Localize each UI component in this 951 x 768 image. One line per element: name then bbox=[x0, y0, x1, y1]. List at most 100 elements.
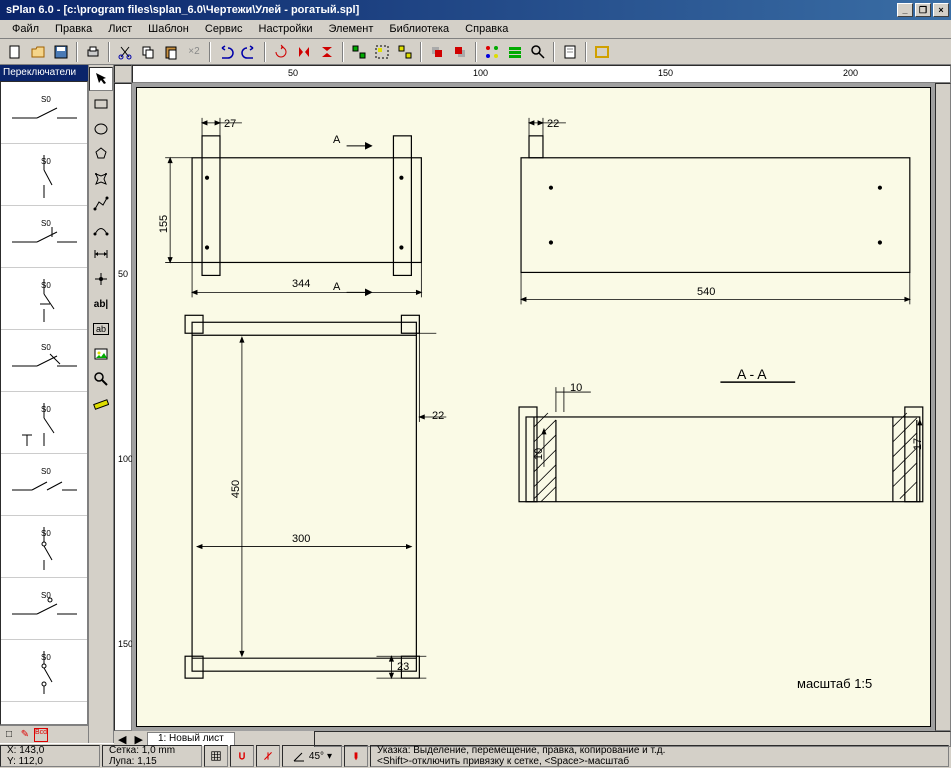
menu-library[interactable]: Библиотека bbox=[381, 21, 457, 37]
symbol-item[interactable]: S0 bbox=[1, 640, 87, 702]
print-button[interactable] bbox=[82, 41, 104, 63]
window-title: sPlan 6.0 - [c:\program files\splan_6.0\… bbox=[2, 4, 895, 16]
align-button[interactable] bbox=[348, 41, 370, 63]
symbol-item[interactable]: S0 bbox=[1, 516, 87, 578]
menu-element[interactable]: Элемент bbox=[320, 21, 381, 37]
status-marker[interactable] bbox=[344, 745, 368, 767]
menu-file[interactable]: Файл bbox=[4, 21, 47, 37]
dimension-value: 23 bbox=[397, 661, 409, 673]
flip-h-button[interactable] bbox=[293, 41, 315, 63]
curve-tool[interactable] bbox=[89, 217, 113, 241]
dimension-value: 10 bbox=[570, 382, 582, 394]
canvas-viewport[interactable]: 27 22 155 344 540 A A 22 450 300 23 10 1… bbox=[132, 83, 935, 731]
components-button[interactable] bbox=[481, 41, 503, 63]
sheet-tab[interactable]: 1: Новый лист bbox=[147, 732, 235, 746]
status-grid-button[interactable] bbox=[204, 745, 228, 767]
undo-button[interactable] bbox=[215, 41, 237, 63]
symbol-item[interactable]: S0 bbox=[1, 578, 87, 640]
symbol-label: S0 bbox=[41, 405, 51, 414]
symbol-item[interactable]: S0 bbox=[1, 206, 87, 268]
pointer-tool[interactable] bbox=[89, 67, 113, 91]
open-button[interactable] bbox=[27, 41, 49, 63]
dimension-tool[interactable] bbox=[89, 242, 113, 266]
new-button[interactable] bbox=[4, 41, 26, 63]
shape-tool[interactable] bbox=[89, 142, 113, 166]
scale-label: масштаб 1:5 bbox=[797, 676, 872, 691]
menu-service[interactable]: Сервис bbox=[197, 21, 251, 37]
flip-v-button[interactable] bbox=[316, 41, 338, 63]
maximize-button[interactable]: ❐ bbox=[915, 3, 931, 17]
status-angle[interactable]: 45° ▾ bbox=[282, 745, 342, 767]
line-tool[interactable] bbox=[89, 192, 113, 216]
menu-help[interactable]: Справка bbox=[457, 21, 516, 37]
text-tool[interactable]: ab| bbox=[89, 292, 113, 316]
separator bbox=[108, 42, 110, 62]
symbol-item[interactable]: S0 bbox=[1, 144, 87, 206]
status-snap-button[interactable] bbox=[230, 745, 254, 767]
status-zoom: Лупа: 1,15 bbox=[109, 756, 195, 767]
group-button[interactable] bbox=[371, 41, 393, 63]
symbol-item[interactable]: S0 bbox=[1, 82, 87, 144]
close-button[interactable]: × bbox=[933, 3, 949, 17]
image-tool[interactable] bbox=[89, 342, 113, 366]
tab-scroll-right[interactable]: ▶ bbox=[130, 733, 146, 746]
symbol-list[interactable]: S0 S0 S0 S0 S0 S0 S0 S0 S0 S0 bbox=[0, 81, 88, 725]
marker-icon bbox=[351, 749, 361, 763]
redo-button[interactable] bbox=[238, 41, 260, 63]
paste-button[interactable] bbox=[160, 41, 182, 63]
minimize-button[interactable]: _ bbox=[897, 3, 913, 17]
junction-tool[interactable] bbox=[89, 267, 113, 291]
status-rubber-button[interactable] bbox=[256, 745, 280, 767]
frame-button[interactable] bbox=[591, 41, 613, 63]
dimension-value: 17 bbox=[912, 438, 924, 450]
zoom-tool[interactable] bbox=[89, 367, 113, 391]
status-coords: X: 143,0 Y: 112,0 bbox=[0, 745, 100, 767]
magnet-icon bbox=[237, 749, 247, 763]
lib-new-icon[interactable]: □ bbox=[2, 728, 16, 742]
copy-button[interactable] bbox=[137, 41, 159, 63]
symbol-item[interactable]: S0 bbox=[1, 330, 87, 392]
sheet-button[interactable] bbox=[559, 41, 581, 63]
search-button[interactable] bbox=[527, 41, 549, 63]
menu-settings[interactable]: Настройки bbox=[251, 21, 321, 37]
menu-edit[interactable]: Правка bbox=[47, 21, 100, 37]
ruler-tick: 200 bbox=[843, 68, 858, 78]
ruler-horizontal[interactable]: 50 100 150 200 bbox=[132, 65, 951, 83]
dimension-value: 22 bbox=[432, 410, 444, 422]
back-button[interactable] bbox=[449, 41, 471, 63]
lib-label-icon[interactable]: Bcd bbox=[34, 728, 48, 742]
symbol-item[interactable]: S0 bbox=[1, 268, 87, 330]
separator bbox=[475, 42, 477, 62]
menu-template[interactable]: Шаблон bbox=[140, 21, 197, 37]
rect-tool[interactable] bbox=[89, 92, 113, 116]
toolbar: ×2 bbox=[0, 39, 951, 65]
measure-tool[interactable] bbox=[89, 392, 113, 416]
symbol-item[interactable]: S0 bbox=[1, 454, 87, 516]
rotate-button[interactable] bbox=[270, 41, 292, 63]
front-button[interactable] bbox=[426, 41, 448, 63]
textbox-tool[interactable]: ab bbox=[89, 317, 113, 341]
status-hint: Указка: Выделение, перемещение, правка, … bbox=[370, 745, 949, 767]
numbering-button[interactable] bbox=[504, 41, 526, 63]
tab-label: 1: Новый лист bbox=[158, 733, 224, 744]
tab-scroll-left[interactable]: ◀ bbox=[114, 733, 130, 746]
polygon-tool[interactable] bbox=[89, 167, 113, 191]
drawing-canvas[interactable]: 27 22 155 344 540 A A 22 450 300 23 10 1… bbox=[136, 87, 931, 727]
save-button[interactable] bbox=[50, 41, 72, 63]
library-category[interactable]: Переключатели bbox=[0, 65, 88, 81]
separator bbox=[585, 42, 587, 62]
circle-tool[interactable] bbox=[89, 117, 113, 141]
ruler-tick: 50 bbox=[118, 269, 128, 279]
symbol-item[interactable]: S0 bbox=[1, 392, 87, 454]
menu-sheet[interactable]: Лист bbox=[100, 21, 140, 37]
ruler-vertical[interactable]: 50 100 150 bbox=[114, 83, 132, 731]
rubber-icon bbox=[263, 749, 273, 763]
x2-button[interactable]: ×2 bbox=[183, 41, 205, 63]
status-grid-zoom: Сетка: 1,0 mm Лупа: 1,15 bbox=[102, 745, 202, 767]
ungroup-button[interactable] bbox=[394, 41, 416, 63]
section-label: A - A bbox=[737, 366, 767, 382]
cut-button[interactable] bbox=[114, 41, 136, 63]
lib-edit-icon[interactable]: ✎ bbox=[18, 728, 32, 742]
angle-icon bbox=[292, 749, 306, 763]
vertical-scrollbar[interactable] bbox=[935, 83, 951, 731]
